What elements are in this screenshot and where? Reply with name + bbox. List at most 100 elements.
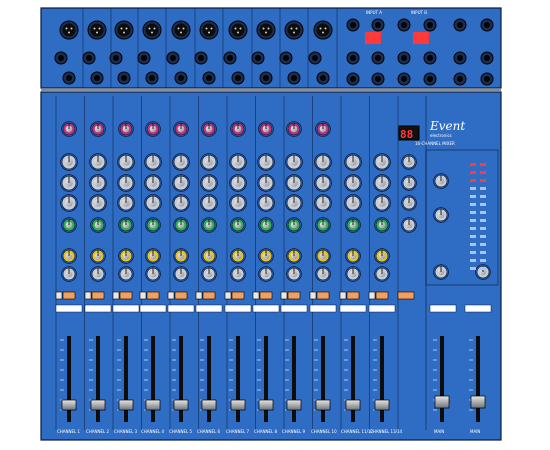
eq-mid-knob[interactable] xyxy=(373,174,391,192)
pfl-button[interactable] xyxy=(112,291,120,300)
insert-jack-4[interactable] xyxy=(137,51,151,65)
pfl-button[interactable] xyxy=(167,291,175,300)
eq-mid-knob[interactable] xyxy=(229,174,247,192)
channel-fader[interactable] xyxy=(286,399,302,411)
eq-mid-knob[interactable] xyxy=(117,174,135,192)
eq-high-knob[interactable] xyxy=(172,153,190,171)
eq-high-knob[interactable] xyxy=(89,153,107,171)
gain-knob[interactable] xyxy=(61,121,77,137)
pan-knob[interactable] xyxy=(345,266,361,282)
effect-knob[interactable] xyxy=(258,248,274,264)
pfl-button[interactable] xyxy=(84,291,92,300)
xlr-input-jack-2[interactable] xyxy=(87,20,107,40)
eq-mid-knob[interactable] xyxy=(314,174,332,192)
channel-fader[interactable] xyxy=(230,399,246,411)
mute-button[interactable] xyxy=(316,291,330,300)
eq-low-knob[interactable] xyxy=(229,194,247,212)
aux-jack-top-5[interactable] xyxy=(480,18,494,32)
line-input-jack-4[interactable] xyxy=(145,71,159,85)
aux-jack-mid-1[interactable] xyxy=(371,51,385,65)
control-room-knob[interactable] xyxy=(475,264,491,280)
master-fader[interactable] xyxy=(434,395,450,409)
insert-jack-10[interactable] xyxy=(308,51,322,65)
eq-high-knob[interactable] xyxy=(60,153,78,171)
aux-knob[interactable] xyxy=(90,217,106,233)
xlr-input-jack-7[interactable] xyxy=(228,20,248,40)
effect-knob[interactable] xyxy=(286,248,302,264)
aux-knob[interactable] xyxy=(173,217,189,233)
eq-low-knob[interactable] xyxy=(344,194,362,212)
eq-low-knob[interactable] xyxy=(144,194,162,212)
gain-knob[interactable] xyxy=(173,121,189,137)
pfl-button[interactable] xyxy=(55,291,63,300)
line-input-jack-8[interactable] xyxy=(259,71,273,85)
eq-high-knob[interactable] xyxy=(200,153,218,171)
pfl-button[interactable] xyxy=(339,291,347,300)
gain-knob[interactable] xyxy=(258,121,274,137)
master-knob-2[interactable] xyxy=(401,175,417,191)
aux-jack-top-1[interactable] xyxy=(371,18,385,32)
line-input-jack-5[interactable] xyxy=(174,71,188,85)
eq-mid-knob[interactable] xyxy=(60,174,78,192)
fx-return-knob[interactable] xyxy=(433,207,449,223)
eq-high-knob[interactable] xyxy=(373,153,391,171)
aux-knob[interactable] xyxy=(258,217,274,233)
effect-knob[interactable] xyxy=(201,248,217,264)
insert-jack-5[interactable] xyxy=(166,51,180,65)
effect-knob[interactable] xyxy=(173,248,189,264)
pan-knob[interactable] xyxy=(201,266,217,282)
aux-knob[interactable] xyxy=(61,217,77,233)
mute-button[interactable] xyxy=(346,291,360,300)
insert-jack-8[interactable] xyxy=(251,51,265,65)
gain-knob[interactable] xyxy=(118,121,134,137)
eq-mid-knob[interactable] xyxy=(344,174,362,192)
pan-knob[interactable] xyxy=(61,266,77,282)
eq-high-knob[interactable] xyxy=(229,153,247,171)
mute-button[interactable] xyxy=(202,291,216,300)
xlr-input-jack-4[interactable] xyxy=(142,20,162,40)
line-input-jack-10[interactable] xyxy=(316,71,330,85)
xlr-input-jack-3[interactable] xyxy=(114,20,134,40)
gain-knob[interactable] xyxy=(315,121,331,137)
eq-mid-knob[interactable] xyxy=(172,174,190,192)
effect-knob[interactable] xyxy=(315,248,331,264)
mute-button[interactable] xyxy=(119,291,133,300)
insert-jack-6[interactable] xyxy=(194,51,208,65)
pan-knob[interactable] xyxy=(173,266,189,282)
gain-knob[interactable] xyxy=(145,121,161,137)
effect-knob[interactable] xyxy=(230,248,246,264)
gain-knob[interactable] xyxy=(230,121,246,137)
master-knob-3[interactable] xyxy=(401,195,417,211)
channel-fader[interactable] xyxy=(145,399,161,411)
gain-knob[interactable] xyxy=(286,121,302,137)
channel-fader[interactable] xyxy=(173,399,189,411)
aux-knob[interactable] xyxy=(374,217,390,233)
aux-jack-mid-0[interactable] xyxy=(346,51,360,65)
eq-high-knob[interactable] xyxy=(257,153,275,171)
pfl-button[interactable] xyxy=(252,291,260,300)
eq-high-knob[interactable] xyxy=(344,153,362,171)
aux-jack-bot-2[interactable] xyxy=(397,72,411,86)
aux-knob[interactable] xyxy=(145,217,161,233)
line-input-jack-2[interactable] xyxy=(90,71,104,85)
eq-high-knob[interactable] xyxy=(314,153,332,171)
pan-knob[interactable] xyxy=(90,266,106,282)
eq-mid-knob[interactable] xyxy=(144,174,162,192)
channel-fader[interactable] xyxy=(118,399,134,411)
xlr-input-jack-10[interactable] xyxy=(313,20,333,40)
pan-knob[interactable] xyxy=(118,266,134,282)
mute-button[interactable] xyxy=(62,291,76,300)
eq-low-knob[interactable] xyxy=(172,194,190,212)
pan-knob[interactable] xyxy=(230,266,246,282)
master-mute-button[interactable] xyxy=(397,291,415,300)
aux-knob[interactable] xyxy=(315,217,331,233)
pfl-button[interactable] xyxy=(309,291,317,300)
pfl-button[interactable] xyxy=(195,291,203,300)
line-input-jack-9[interactable] xyxy=(287,71,301,85)
pan-knob[interactable] xyxy=(374,266,390,282)
eq-low-knob[interactable] xyxy=(60,194,78,212)
eq-high-knob[interactable] xyxy=(117,153,135,171)
xlr-input-jack-9[interactable] xyxy=(284,20,304,40)
pan-knob[interactable] xyxy=(258,266,274,282)
mute-button[interactable] xyxy=(146,291,160,300)
